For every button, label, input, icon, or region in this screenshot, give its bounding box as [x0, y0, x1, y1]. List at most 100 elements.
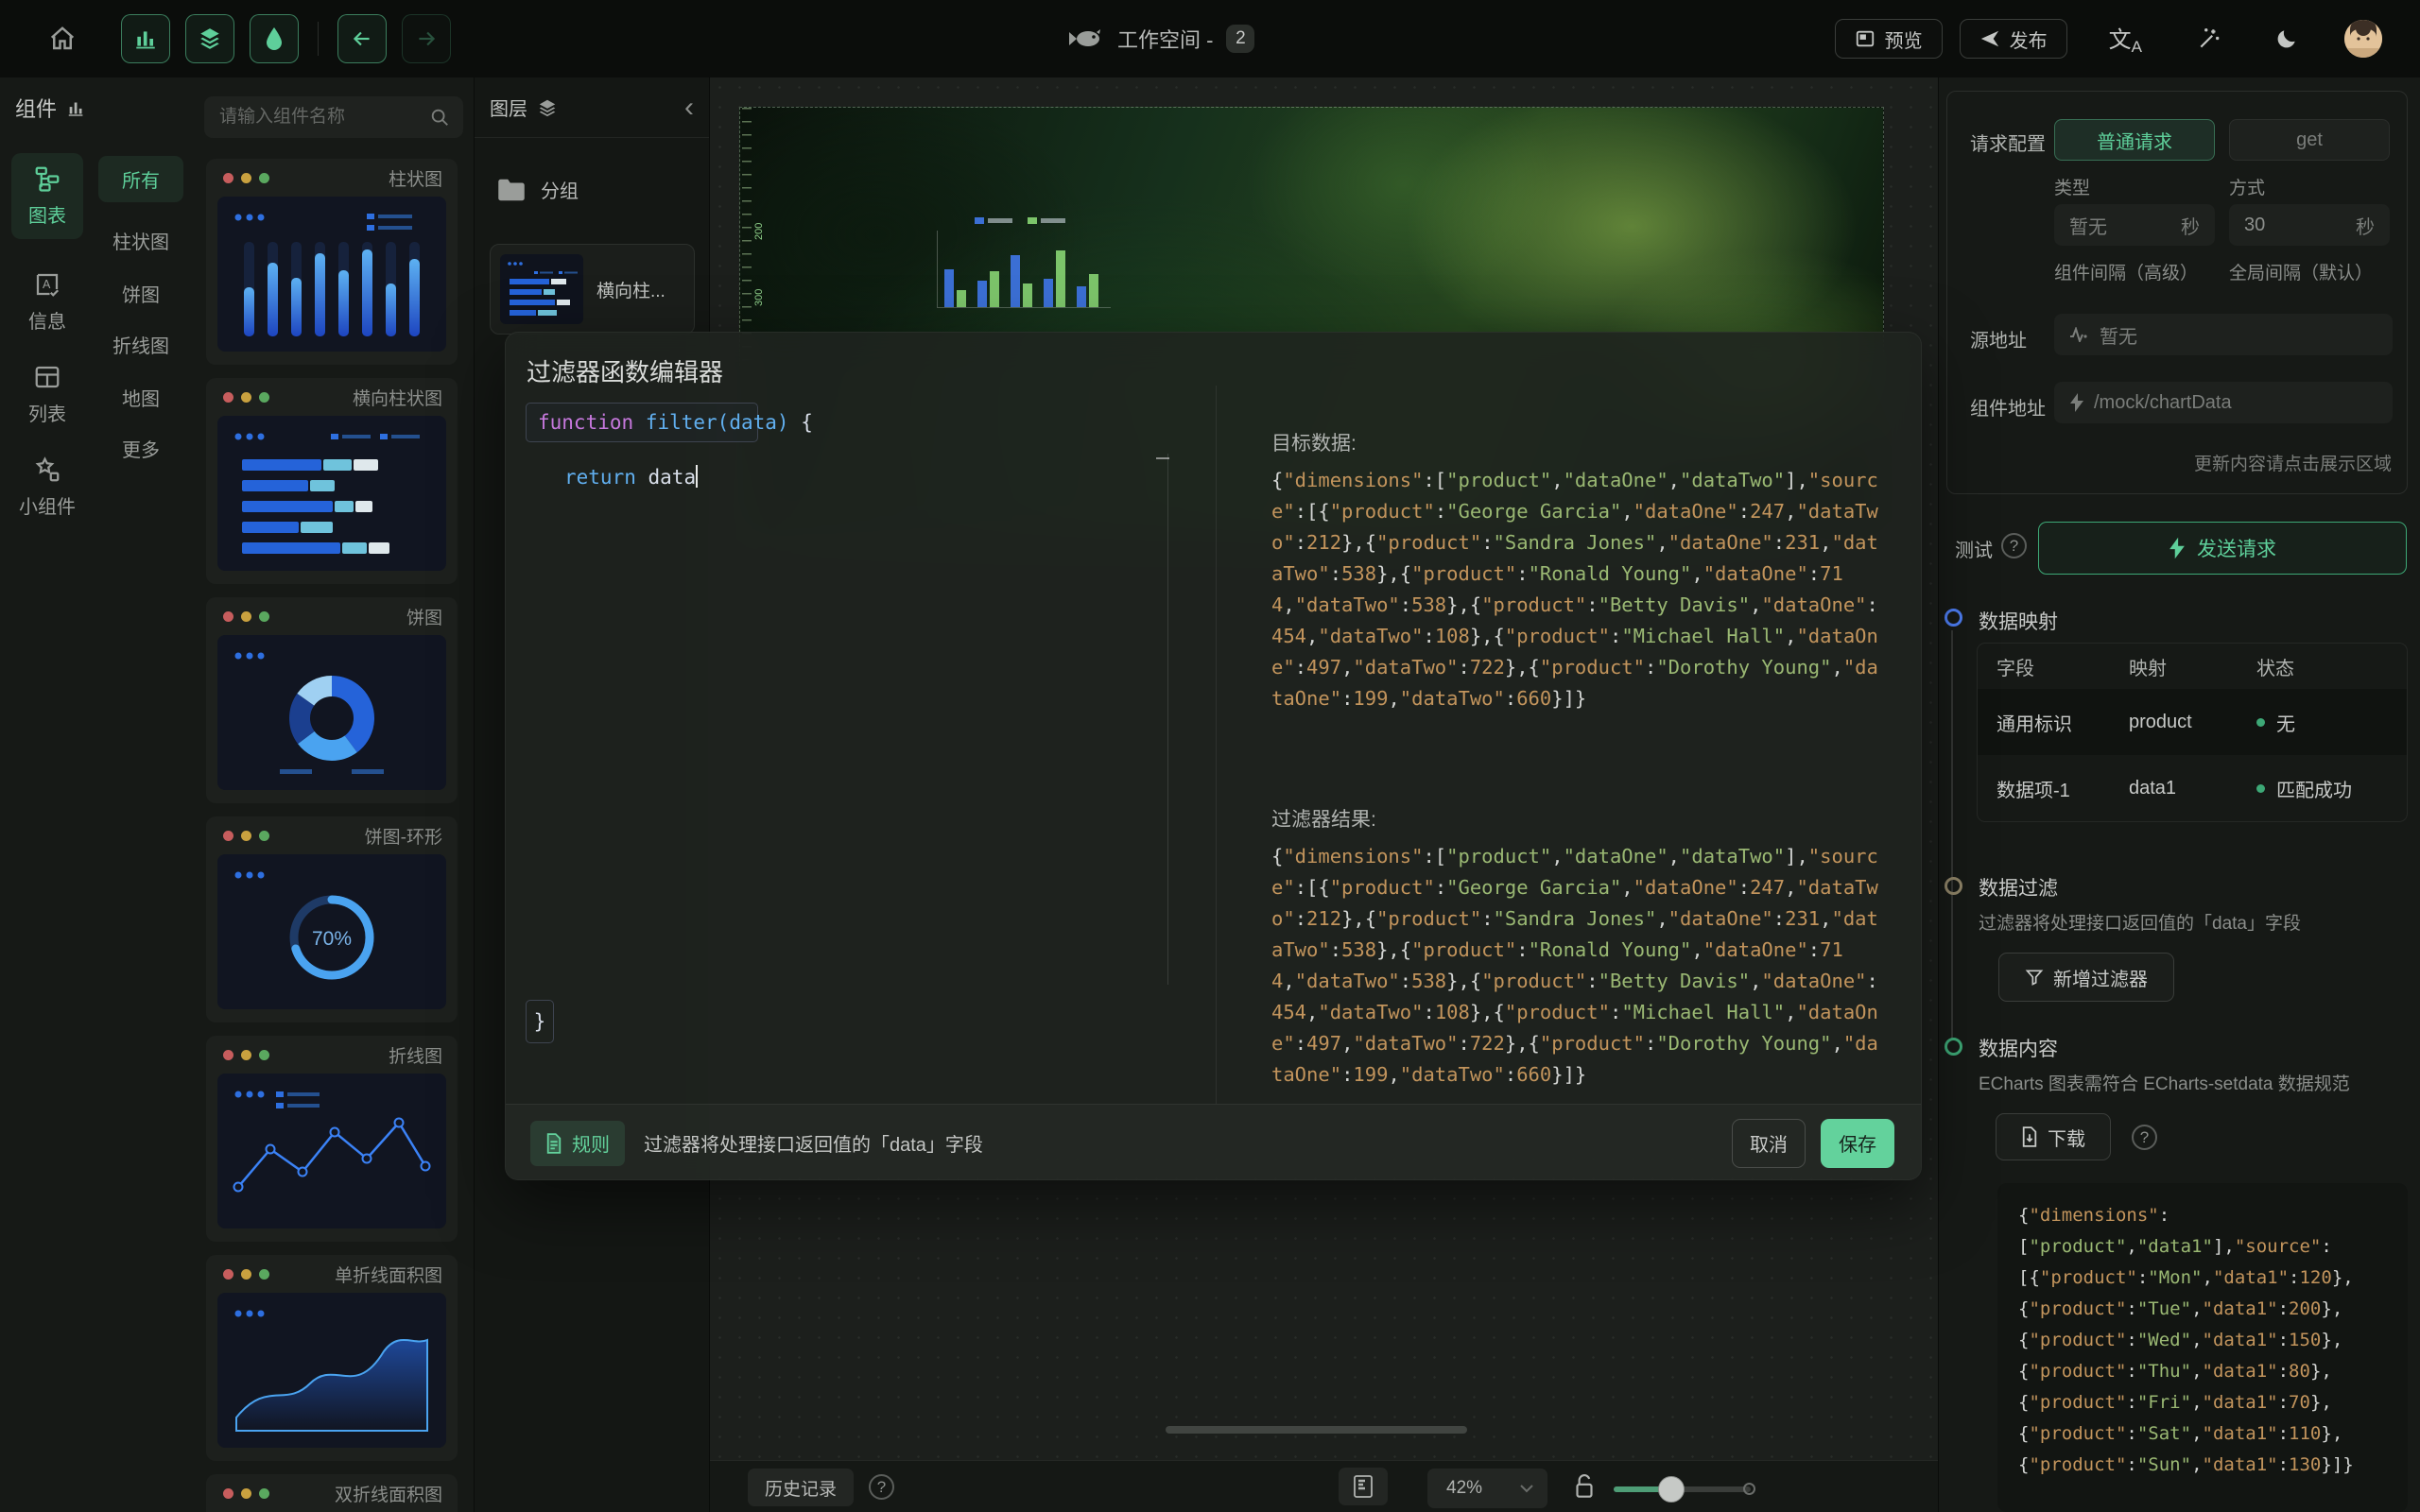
download-label: 下载 [2048, 1124, 2085, 1151]
zoom-level-select[interactable]: 42% [1427, 1469, 1547, 1508]
save-button[interactable]: 保存 [1821, 1119, 1894, 1168]
dark-mode-button[interactable] [2274, 26, 2299, 51]
request-method-chip[interactable]: get [2229, 119, 2390, 161]
avatar[interactable] [2344, 20, 2382, 58]
source-url-input[interactable]: 暂无 [2054, 314, 2393, 355]
pulse-icon [2069, 327, 2090, 342]
category-map[interactable]: 地图 [98, 374, 183, 421]
components-chart-icon [66, 97, 87, 118]
workspace-badge: 2 [1226, 25, 1254, 53]
code-editor-line-2[interactable]: return data [564, 465, 698, 489]
code-editor-close-brace[interactable]: } [526, 1000, 554, 1043]
status-cell: 无 [2276, 709, 2295, 736]
sidebar-item-widgets[interactable]: 小组件 [11, 444, 83, 530]
layers-mode-button[interactable] [185, 14, 234, 63]
download-help-icon[interactable]: ? [2132, 1125, 2157, 1150]
preview-label: 预览 [1885, 26, 1923, 53]
undo-button[interactable] [337, 14, 387, 63]
language-button[interactable]: 文A [2109, 21, 2142, 57]
code-args: (data) [717, 411, 789, 434]
global-interval-input[interactable]: 30 秒 [2229, 204, 2390, 246]
category-bar[interactable]: 柱状图 [98, 217, 183, 264]
topbar-actions: 预览 发布 文A [1835, 0, 2420, 77]
target-data-json: {"dimensions":["product","dataOne","data… [1271, 465, 1882, 714]
cancel-button[interactable]: 取消 [1732, 1119, 1806, 1168]
download-button[interactable]: 下载 [1996, 1113, 2111, 1160]
component-card-bar[interactable]: 柱状图 [206, 159, 458, 365]
code-close-brace: } [534, 1010, 546, 1033]
red-dot-icon [223, 1488, 233, 1499]
panel-toggle-button[interactable] [1339, 1468, 1388, 1505]
component-card-hbar[interactable]: 横向柱状图 [206, 378, 458, 584]
text-cursor [696, 465, 698, 488]
card-title: 饼图-环形 [365, 823, 442, 849]
mini-chart-legend [975, 217, 1065, 224]
line-chart-thumbnail [217, 1074, 446, 1228]
code-function-name: filter [646, 411, 717, 434]
search-icon [429, 107, 450, 128]
red-dot-icon [223, 1269, 233, 1280]
timeline-connector [1951, 630, 1953, 1040]
zoom-slider-end-stop [1743, 1483, 1755, 1495]
modal-title: 过滤器函数编辑器 [527, 353, 723, 388]
widgets-star-icon [33, 455, 61, 484]
component-card-ring[interactable]: 饼图-环形 70% [206, 816, 458, 1022]
code-editor-line-1[interactable]: function filter(data) { [526, 403, 758, 442]
rule-doc-icon [545, 1133, 562, 1154]
component-interval-input[interactable]: 暂无 秒 [2054, 204, 2215, 246]
component-card-line[interactable]: 折线图 [206, 1036, 458, 1242]
request-panel: 请求配置 普通请求 get 类型 方式 暂无 秒 30 秒 组件间隔（高级） 全… [1938, 77, 2420, 1512]
category-pie[interactable]: 饼图 [98, 270, 183, 317]
card-title: 饼图 [406, 604, 442, 629]
status-dot-icon [2256, 718, 2265, 727]
publish-button[interactable]: 发布 [1960, 19, 2067, 59]
yellow-dot-icon [241, 1488, 251, 1499]
area-chart-thumbnail [217, 1293, 446, 1448]
chart-mode-button[interactable] [121, 14, 170, 63]
green-dot-icon [259, 392, 269, 403]
category-more[interactable]: 更多 [98, 425, 183, 472]
table-row[interactable]: 通用标识 product 无 [1978, 689, 2407, 755]
sidebar-item-info[interactable]: A 信息 [11, 259, 83, 345]
sidebar-item-list[interactable]: 列表 [11, 352, 83, 438]
home-button[interactable] [38, 14, 87, 63]
green-dot-icon [259, 831, 269, 841]
add-filter-button[interactable]: 新增过滤器 [1998, 953, 2174, 1002]
component-url-input[interactable]: /mock/chartData [2054, 382, 2393, 423]
column-header: 字段 [1996, 653, 2129, 680]
send-request-button[interactable]: 发送请求 [2038, 522, 2407, 575]
filter-editor-modal: 过滤器函数编辑器 function filter(data) { return … [505, 332, 1922, 1180]
table-row[interactable]: 数据项-1 data1 匹配成功 [1978, 755, 2407, 821]
help-icon[interactable]: ? [869, 1474, 894, 1500]
category-all[interactable]: 所有 [98, 156, 183, 202]
lock-icon[interactable] [1572, 1472, 1597, 1501]
zoom-slider-thumb[interactable] [1658, 1476, 1685, 1503]
svg-text:A: A [43, 278, 51, 291]
theme-drop-button[interactable] [250, 14, 299, 63]
layer-group-item[interactable]: 分组 [490, 168, 586, 211]
collapse-panel-icon[interactable]: ‹ [684, 94, 694, 122]
sidebar-item-charts[interactable]: 图表 [11, 153, 83, 239]
magic-button[interactable] [2197, 26, 2221, 51]
data-content-json[interactable]: {"dimensions": ["product","data1"],"sour… [1997, 1183, 2408, 1512]
component-card-area[interactable]: 单折线面积图 [206, 1255, 458, 1461]
component-card-pie[interactable]: 饼图 [206, 597, 458, 803]
horizontal-scrollbar[interactable] [1166, 1426, 1467, 1434]
redo-button[interactable] [402, 14, 451, 63]
method-label: 方式 [2229, 174, 2265, 199]
update-hint: 更新内容请点击展示区域 [2194, 450, 2392, 475]
preview-button[interactable]: 预览 [1835, 19, 1943, 59]
mini-bar-chart [920, 217, 1113, 310]
red-dot-icon [223, 611, 233, 622]
history-button[interactable]: 历史记录 [748, 1469, 854, 1506]
layer-item-hbar[interactable]: 横向柱... [490, 244, 695, 335]
category-line[interactable]: 折线图 [98, 321, 183, 368]
layers-panel-header: 图层 ‹ [475, 77, 709, 138]
component-card-double-area[interactable]: 双折线面积图 [206, 1474, 458, 1512]
editor-guide-line [1167, 454, 1168, 985]
sidebar-item-label: 图表 [28, 200, 66, 228]
component-search-input[interactable] [217, 106, 429, 129]
request-type-chip[interactable]: 普通请求 [2054, 119, 2215, 161]
test-help-icon[interactable]: ? [2001, 533, 2027, 558]
map-cell: data1 [2129, 778, 2256, 799]
